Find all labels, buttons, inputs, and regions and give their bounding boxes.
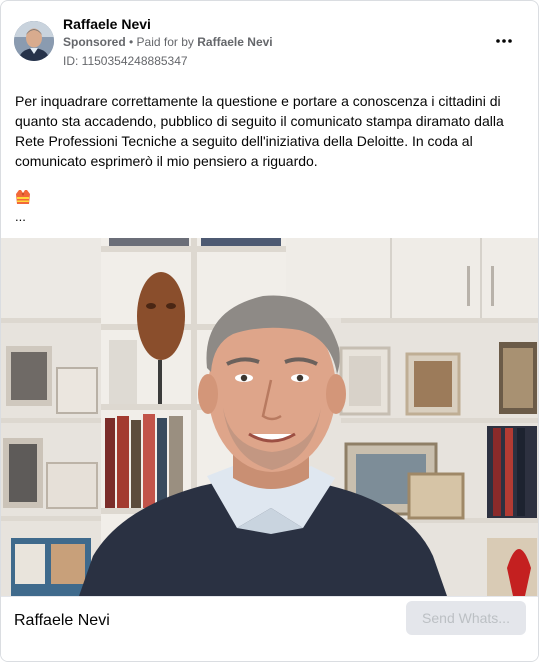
separator-dot: • (125, 35, 137, 49)
sponsored-label: Sponsored (63, 35, 126, 49)
author-name[interactable]: Raffaele Nevi (63, 16, 151, 32)
post-header: Raffaele Nevi Sponsored • Paid for by Ra… (1, 1, 538, 81)
see-more-ellipsis[interactable]: ... (15, 209, 26, 224)
ad-image[interactable] (1, 238, 538, 596)
paid-for-prefix: Paid for by (136, 35, 198, 49)
paid-for-name[interactable]: Raffaele Nevi (197, 35, 272, 49)
safety-vest-icon (15, 189, 31, 205)
ad-card: Raffaele Nevi Sponsored • Paid for by Ra… (0, 0, 539, 662)
more-horizontal-icon (496, 39, 512, 43)
sponsored-line: Sponsored • Paid for by Raffaele Nevi (63, 35, 273, 49)
more-options-button[interactable] (490, 31, 518, 51)
portrait-photo (1, 238, 538, 596)
author-avatar[interactable] (14, 21, 54, 61)
post-text: Per inquadrare correttamente la question… (15, 93, 504, 169)
ad-id: ID: 1150354248885347 (63, 54, 188, 68)
avatar-image (14, 21, 54, 61)
send-whatsapp-button[interactable]: Send Whats... (406, 601, 526, 635)
footer-page-name[interactable]: Raffaele Nevi (14, 612, 110, 630)
ad-footer: Raffaele Nevi Send Whats... (1, 596, 538, 661)
